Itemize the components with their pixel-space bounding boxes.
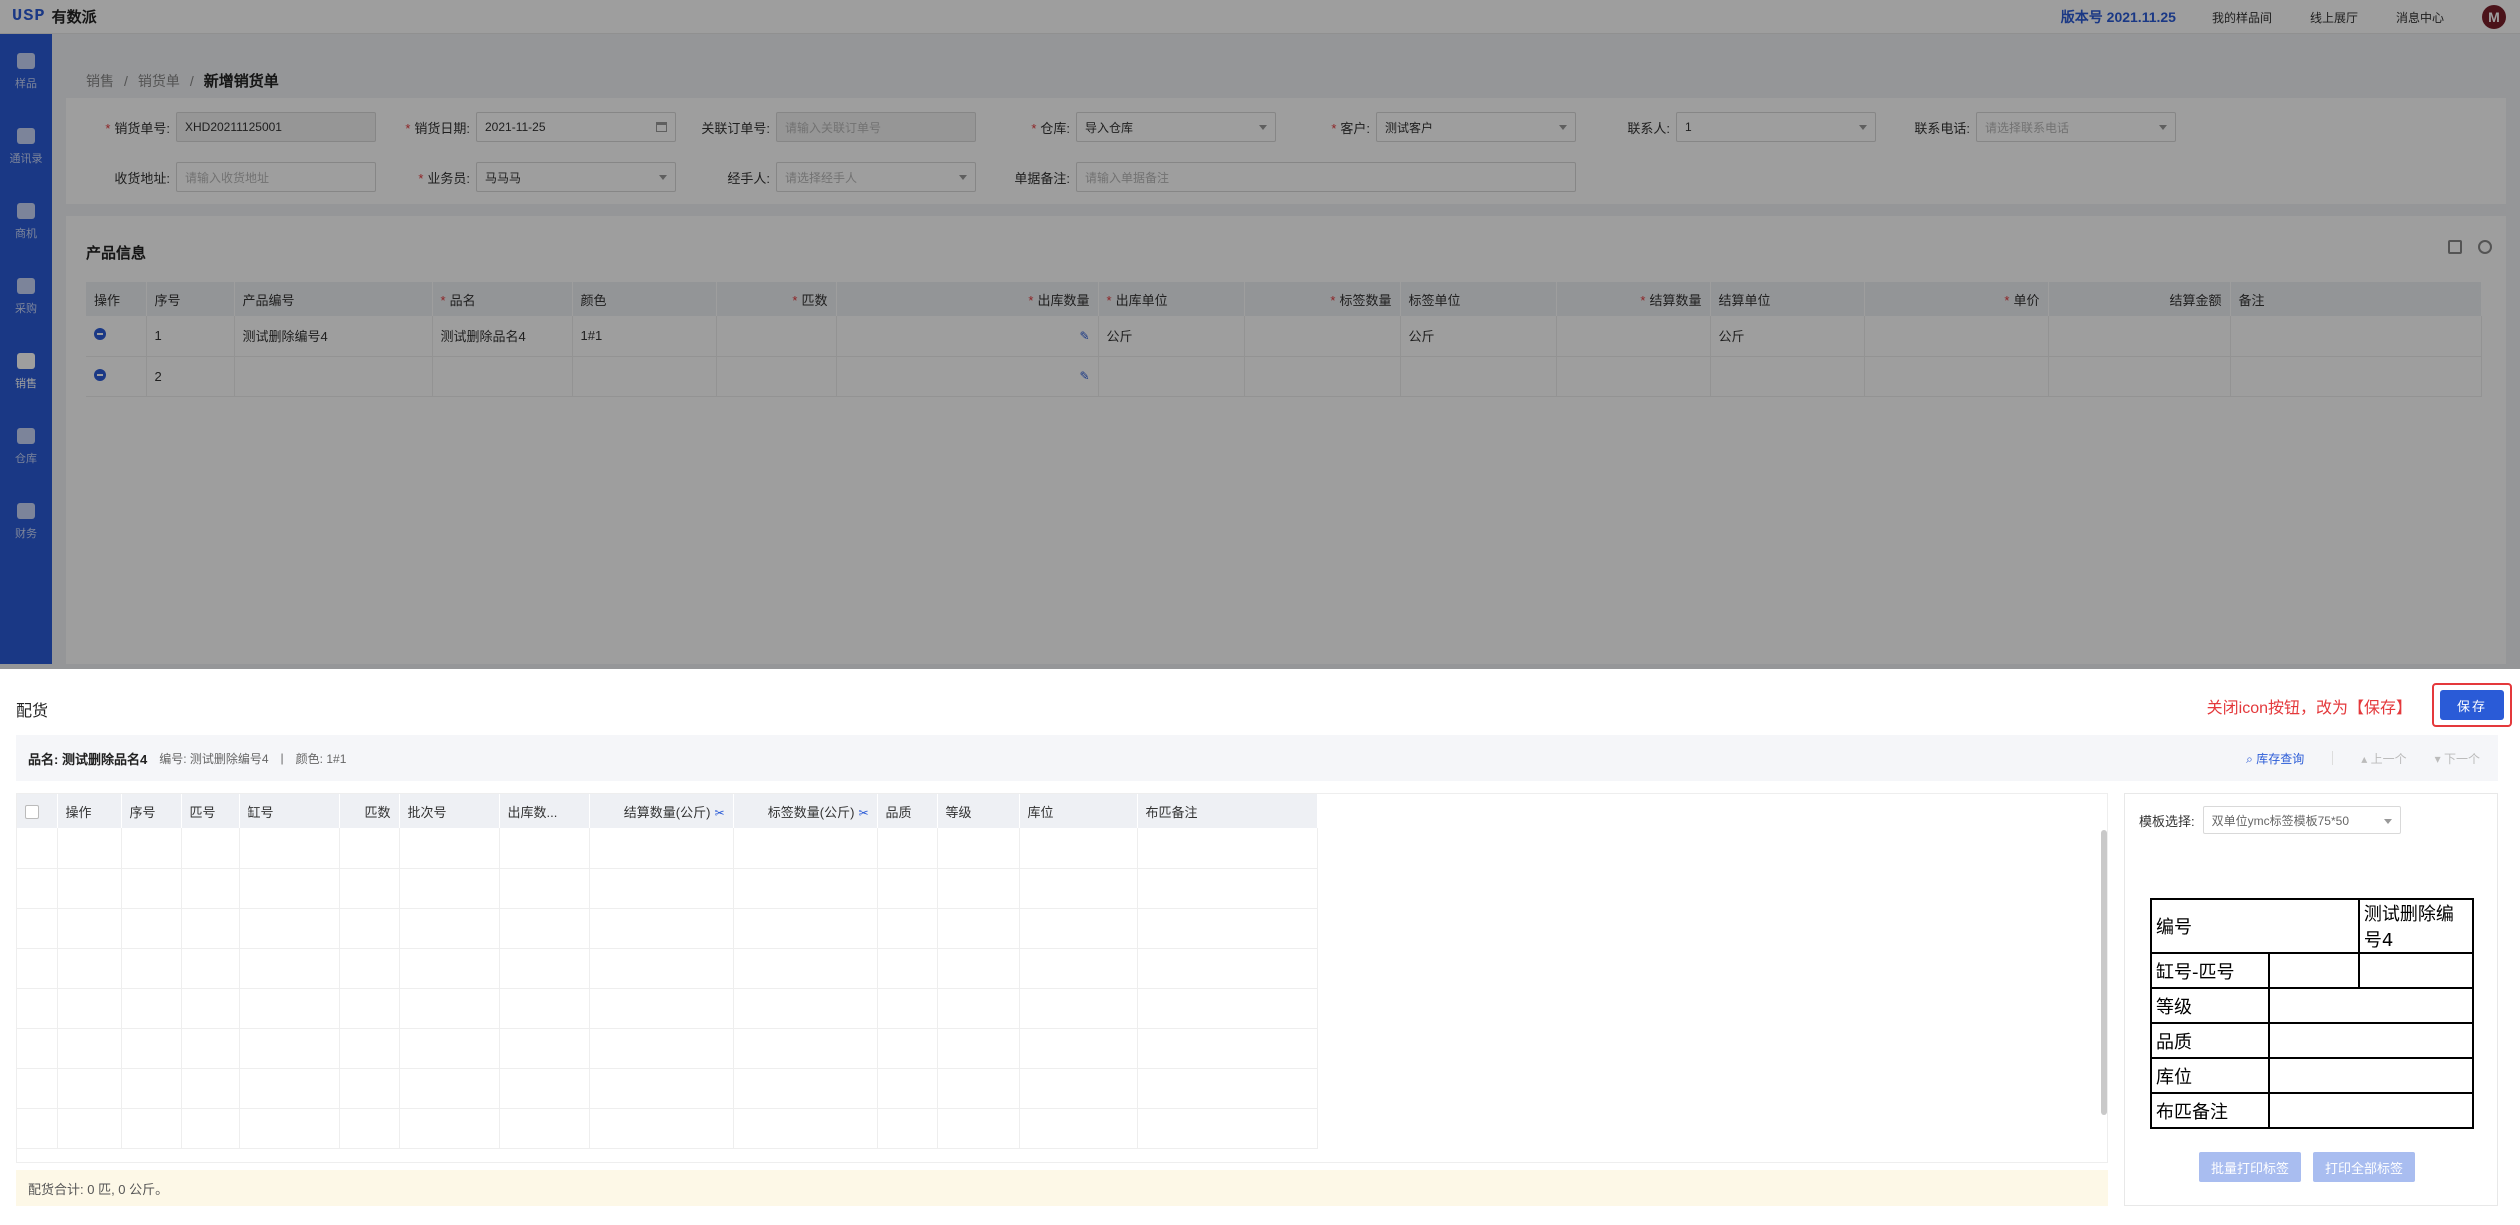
col-header: 库位 — [1019, 794, 1138, 828]
drawer-title: 配货 — [16, 703, 49, 720]
modal-mask[interactable] — [0, 0, 2520, 669]
prev-button[interactable]: ▴ 上一个 — [2361, 750, 2406, 767]
save-button[interactable]: 保存 — [2440, 690, 2504, 720]
table-row — [17, 1028, 1318, 1069]
batch-print-button[interactable]: 批量打印标签 — [2199, 1152, 2302, 1182]
col-header: 出库数... — [499, 794, 590, 828]
allocation-drawer: 配货 关闭icon按钮，改为【保存】 保存 品名: 测试删除品名4 编号: 测试… — [0, 669, 2520, 1225]
tools-icon[interactable]: ✂ — [858, 806, 868, 820]
table-row — [17, 948, 1318, 989]
table-row — [17, 868, 1318, 909]
col-header: 布匹备注 — [1137, 794, 1318, 828]
product-info-bar: 品名: 测试删除品名4 编号: 测试删除编号4 | 颜色: 1#1 ⌕ 库存查询… — [16, 735, 2498, 781]
col-header: 匹号 — [181, 794, 240, 828]
label-template-panel: 模板选择: 双单位ymc标签模板75*50 编号 测试删除编号4 缸号-匹号 等级… — [2124, 793, 2498, 1206]
print-all-button[interactable]: 打印全部标签 — [2313, 1152, 2416, 1182]
col-header: 序号 — [121, 794, 182, 828]
col-header: 结算数量(公斤) ✂ — [589, 794, 734, 828]
vertical-scrollbar[interactable] — [2101, 830, 2107, 1115]
stock-query-link[interactable]: ⌕ 库存查询 — [2246, 750, 2304, 767]
product-name: 测试删除品名4 — [61, 751, 148, 767]
design-annotation: 关闭icon按钮，改为【保存】 — [2206, 700, 2412, 717]
table-row — [17, 1068, 1318, 1109]
label-preview: 编号 测试删除编号4 缸号-匹号 等级 品质 库位 布匹备注 — [2150, 898, 2475, 1129]
table-row — [17, 1108, 1318, 1149]
product-code: 编号: 测试删除编号4 — [159, 751, 269, 766]
allocation-summary: 配货合计: 0 匹, 0 公斤。 — [16, 1170, 2108, 1206]
col-header: 标签数量(公斤) ✂ — [733, 794, 878, 828]
col-header: 操作 — [57, 794, 122, 828]
chevron-down-icon — [2383, 819, 2392, 824]
name-label: 品名: — [28, 751, 59, 767]
next-button[interactable]: ▾ 下一个 — [2435, 750, 2480, 767]
divider — [2332, 751, 2334, 765]
select-all-checkbox[interactable] — [25, 804, 39, 819]
table-row — [17, 988, 1318, 1029]
col-header: 批次号 — [399, 794, 500, 828]
template-label: 模板选择: — [2139, 813, 2195, 829]
allocation-table-wrap: 操作 序号 匹号 缸号 匹数 批次号 出库数... 结算数量(公斤) ✂ 标签数量… — [16, 793, 2108, 1163]
col-header: 缸号 — [239, 794, 340, 828]
template-select[interactable]: 双单位ymc标签模板75*50 — [2202, 806, 2401, 834]
tools-icon[interactable]: ✂ — [714, 806, 724, 820]
table-row — [17, 908, 1318, 949]
table-row — [17, 828, 1318, 869]
col-header: 匹数 — [339, 794, 400, 828]
product-color: 颜色: 1#1 — [295, 751, 347, 766]
col-header: 等级 — [937, 794, 1020, 828]
allocation-table: 操作 序号 匹号 缸号 匹数 批次号 出库数... 结算数量(公斤) ✂ 标签数量… — [17, 794, 1318, 1149]
col-header: 品质 — [877, 794, 938, 828]
info-divider: | — [280, 751, 284, 765]
